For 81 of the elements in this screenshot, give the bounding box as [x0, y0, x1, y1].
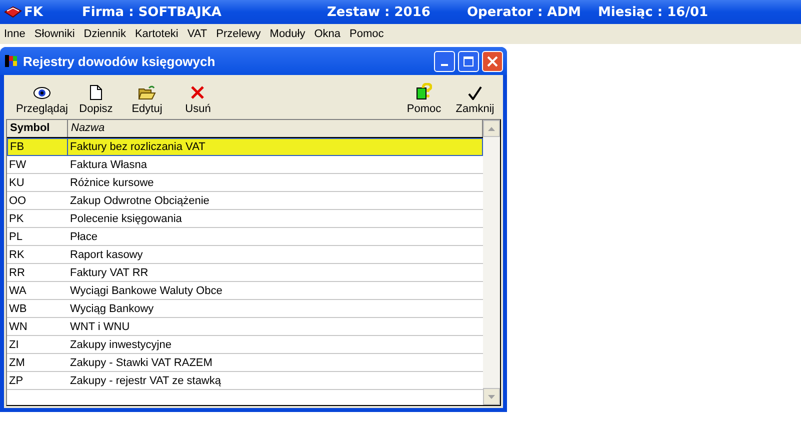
help-icon — [416, 83, 432, 100]
app-title-item: Zestaw : 2016 — [327, 4, 432, 20]
table-row[interactable]: RK Raport kasowy — [7, 246, 483, 264]
table-row[interactable]: KU Różnice kursowe — [7, 174, 483, 192]
scroll-up-icon — [488, 126, 495, 130]
table-row[interactable]: WN WNT i WNU — [7, 318, 483, 336]
document-icon — [90, 85, 102, 100]
app-title-item: Firma : SOFTBAJKA — [82, 4, 222, 20]
toolbar-button[interactable]: Zamknij — [452, 79, 498, 115]
toolbar-button[interactable]: Edytuj — [124, 79, 170, 115]
app-title-item: Miesiąc : 16/01 — [598, 4, 710, 20]
table-cell-text: PL — [8, 230, 24, 242]
table-cell-text: FW — [8, 158, 28, 170]
table-row[interactable]: ZI Zakupy inwestycyjne — [7, 336, 483, 354]
table-cell-text: ZP — [8, 374, 24, 386]
minimize-button[interactable] — [434, 50, 455, 72]
table-cell-text: Wyciągi Bankowe Waluty Obce — [69, 284, 224, 296]
table-cell-text: ZM — [8, 356, 26, 368]
table-cell-text: ZI — [8, 338, 20, 350]
toolbar-button[interactable]: Pomoc — [401, 79, 447, 115]
eye-icon — [32, 86, 51, 100]
menu-item[interactable]: Dziennik — [84, 28, 126, 40]
close-icon — [487, 56, 498, 66]
table-cell-text: RK — [8, 248, 26, 260]
table-cell-text: WB — [8, 302, 28, 314]
maximize-button[interactable] — [458, 50, 479, 72]
table-cell-text: Faktury bez rozliczania VAT — [69, 140, 206, 152]
maximize-icon — [463, 56, 474, 66]
checkmark-icon — [468, 86, 482, 100]
scrollbar[interactable] — [483, 120, 500, 405]
app-title-item: FK — [24, 4, 44, 20]
column-header[interactable]: Symbol — [7, 120, 68, 137]
menu-item[interactable]: Inne — [4, 28, 26, 40]
menu-item[interactable]: Okna — [314, 28, 341, 40]
table-row[interactable]: PL Płace — [7, 228, 483, 246]
folder-icon — [138, 85, 156, 100]
table-cell-text: WNT i WNU — [69, 320, 131, 332]
table-row[interactable]: FB Faktury bez rozliczania VAT — [7, 138, 483, 156]
table-row[interactable]: ZP Zakupy - rejestr VAT ze stawką — [7, 372, 483, 390]
table-row[interactable]: PK Polecenie księgowania — [7, 210, 483, 228]
table-cell-text: Zakupy - rejestr VAT ze stawką — [69, 374, 222, 386]
toolbar-button[interactable]: Usuń — [174, 79, 221, 115]
table-cell-text: RR — [8, 266, 26, 278]
table-row[interactable]: OO Zakup Odwrotne Obciążenie — [7, 192, 483, 210]
table-cell-text: PK — [8, 212, 25, 224]
table-row[interactable]: ZM Zakupy - Stawki VAT RAZEM — [7, 354, 483, 372]
table-cell-text: Raport kasowy — [69, 248, 144, 260]
table-cell-text: Płace — [69, 230, 99, 242]
toolbar-button[interactable]: Dopisz — [72, 79, 119, 115]
window-title: Rejestry dowodów księgowych — [23, 54, 216, 68]
app-title-item: Operator : ADM — [467, 4, 582, 20]
menu-item[interactable]: Moduły — [270, 28, 306, 40]
table-cell: FB — [7, 138, 68, 155]
table-cell-text: Faktura Własna — [69, 158, 148, 170]
table-cell-text: Wyciąg Bankowy — [69, 302, 155, 314]
table-cell-text: Różnice kursowe — [69, 176, 155, 188]
table-row[interactable]: WB Wyciąg Bankowy — [7, 300, 483, 318]
table-row[interactable]: WA Wyciągi Bankowe Waluty Obce — [7, 282, 483, 300]
table-cell-text: OO — [8, 194, 28, 206]
menu-item[interactable]: Przelewy — [216, 28, 261, 40]
table-cell-text: Zakupy - Stawki VAT RAZEM — [69, 356, 214, 368]
minimize-icon — [441, 64, 448, 66]
toolbar-button[interactable]: Przeglądaj — [16, 79, 68, 115]
close-button[interactable] — [482, 50, 503, 72]
table-row[interactable]: FW Faktura Własna — [7, 156, 483, 174]
menu-item[interactable]: VAT — [187, 28, 208, 40]
table-cell-text: Polecenie księgowania — [69, 212, 183, 224]
table-cell-text: Zakup Odwrotne Obciążenie — [69, 194, 210, 206]
app-logo-icon — [4, 5, 22, 19]
table-cell-text: Faktury VAT RR — [69, 266, 150, 278]
scroll-down-icon — [488, 394, 495, 398]
menu-item[interactable]: Pomoc — [350, 28, 384, 40]
table-cell-text: WA — [8, 284, 28, 296]
window-icon — [4, 53, 20, 69]
table-cell-text: KU — [8, 176, 26, 188]
menu-item[interactable]: Kartoteki — [134, 28, 178, 40]
table-row[interactable]: RR Faktury VAT RR — [7, 264, 483, 282]
table-cell-text: Zakupy inwestycyjne — [69, 338, 172, 350]
table-cell-text: WN — [8, 320, 28, 332]
delete-icon — [190, 85, 206, 100]
menu-item[interactable]: Słowniki — [34, 28, 75, 40]
